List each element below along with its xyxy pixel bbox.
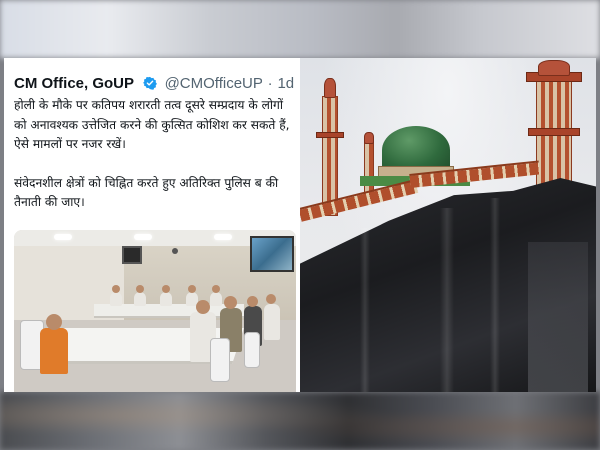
attendee bbox=[210, 292, 222, 306]
tarp-fold bbox=[490, 198, 500, 392]
meeting-photo[interactable] bbox=[14, 230, 296, 392]
attendee-head bbox=[112, 285, 120, 293]
tweet-timestamp[interactable]: 1d bbox=[277, 75, 294, 92]
attendee-head bbox=[46, 314, 62, 330]
attendee-head bbox=[162, 285, 170, 293]
wall-tv bbox=[122, 246, 142, 264]
minaret-cap bbox=[324, 78, 336, 98]
attendee bbox=[264, 304, 280, 340]
tweet-handle[interactable]: @CMOfficeUP bbox=[165, 75, 263, 92]
video-conference-screen bbox=[250, 236, 294, 272]
attendee-head bbox=[196, 300, 210, 314]
attendee-saffron bbox=[40, 328, 68, 374]
tweet-author-name[interactable]: CM Office, GoUP bbox=[14, 75, 134, 92]
attendee-head bbox=[136, 285, 144, 293]
attendee bbox=[134, 292, 146, 306]
minaret-cap bbox=[364, 132, 374, 144]
minaret-cap bbox=[538, 60, 570, 76]
tweet-paragraph-2: संवेदनशील क्षेत्रों को चिह्नित करते हुए … bbox=[14, 175, 279, 210]
tarp-highlight bbox=[528, 242, 588, 392]
tarp-fold bbox=[360, 228, 370, 392]
tarp-fold bbox=[440, 208, 454, 392]
attendee-head bbox=[247, 296, 258, 307]
tweet-paragraph-1: होली के मौके पर कतिपय शरारती तत्व दूसरे … bbox=[14, 98, 290, 151]
tweet-header: CM Office, GoUP @CMOfficeUP · 1d bbox=[14, 74, 294, 92]
attendee bbox=[160, 292, 172, 306]
ceiling-light bbox=[134, 234, 152, 240]
tweet-card[interactable]: CM Office, GoUP @CMOfficeUP · 1d होली के… bbox=[4, 58, 300, 392]
tweet-body: होली के मौके पर कतिपय शरारती तत्व दूसरे … bbox=[14, 96, 296, 232]
attendee-head bbox=[188, 285, 196, 293]
attendee-head bbox=[266, 294, 276, 304]
minaret-balcony bbox=[528, 128, 580, 136]
tweet-separator: · bbox=[267, 75, 273, 92]
wall-clock bbox=[172, 248, 178, 254]
blurred-backdrop-bottom bbox=[0, 392, 600, 450]
ceiling-light bbox=[214, 234, 232, 240]
chair bbox=[210, 338, 230, 382]
minaret-balcony bbox=[316, 132, 344, 138]
attendee-head bbox=[224, 296, 237, 309]
covered-mosque-photo[interactable] bbox=[300, 58, 596, 392]
attendee-head bbox=[212, 285, 220, 293]
verified-icon bbox=[142, 76, 157, 90]
ceiling-light bbox=[54, 234, 72, 240]
blurred-backdrop-top bbox=[0, 0, 600, 58]
attendee bbox=[110, 292, 122, 306]
chair bbox=[244, 332, 260, 368]
